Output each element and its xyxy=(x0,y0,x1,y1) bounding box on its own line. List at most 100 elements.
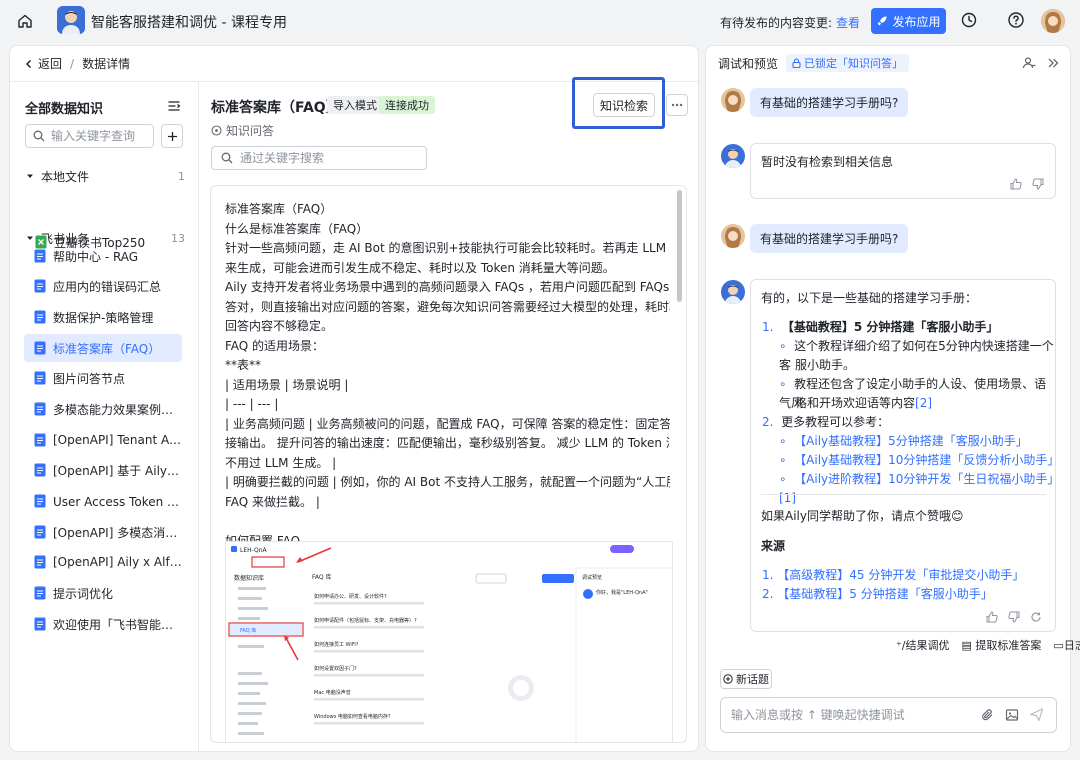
add-knowledge-button[interactable] xyxy=(161,124,183,148)
doc-line: 针对一些高频问题，走 AI Bot 的意图识别+技能执行可能会比较耗时。若再走 … xyxy=(225,241,670,255)
content-search-input[interactable] xyxy=(240,151,410,165)
knowledge-search-button[interactable]: 知识检索 xyxy=(593,93,655,117)
feedback-buttons xyxy=(986,611,1042,623)
publish-app-button[interactable]: 发布应用 xyxy=(871,8,946,34)
tune-results-action[interactable]: ⁺∕结果调优 xyxy=(896,637,950,653)
bot-answer-card: 有的，以下是一些基础的搭建学习手册： 1. 【基础教程】5 分钟搭建「客服小助手… xyxy=(750,279,1059,632)
sidebar-item-doc[interactable]: 帮助中心 - RAG xyxy=(24,242,182,270)
like-prompt: 如果Aily同学帮助了你，请点个赞哦😊 xyxy=(761,509,964,523)
tutorial-link-1[interactable]: ∘ 【Aily基础教程】5分钟搭建「客服小助手」 xyxy=(779,432,1028,451)
answer-item-1: 1. 【基础教程】5 分钟搭建「客服小助手」 xyxy=(762,318,998,337)
embedded-faq-answer-line xyxy=(314,722,424,725)
help-icon[interactable] xyxy=(1007,11,1025,29)
subtitle-label: 知识问答 xyxy=(226,124,275,138)
app-title: 智能客服搭建和调优 - 课程专用 xyxy=(91,15,287,31)
reference-link[interactable]: [2] xyxy=(915,396,932,410)
document-content: 标准答案库（FAQ） 什么是标准答案库（FAQ） 针对一些高频问题，走 AI Bot… xyxy=(210,185,687,743)
sidebar-item-doc[interactable]: 应用内的错误码汇总 xyxy=(24,272,182,300)
scrollbar[interactable] xyxy=(677,190,682,302)
sidebar-item-doc[interactable]: [OpenAPI] 基于 Aily 对... xyxy=(24,456,182,484)
users-icon[interactable] xyxy=(1022,56,1036,70)
back-button[interactable]: 返回 xyxy=(24,55,62,72)
more-icon xyxy=(671,103,683,107)
group-label: 本地文件 xyxy=(41,169,90,184)
refresh-icon[interactable] xyxy=(1030,611,1042,623)
sidebar-item-label: User Access Token 简... xyxy=(53,494,182,509)
image-icon[interactable] xyxy=(1005,708,1019,722)
embedded-faq-tab: FAQ 库 xyxy=(240,627,256,634)
pending-changes: 有待发布的内容变更: 查看 xyxy=(720,14,860,31)
doc-title: 标准答案库（FAQ） xyxy=(211,100,340,116)
sidebar-search-input[interactable] xyxy=(51,129,146,143)
history-icon[interactable] xyxy=(960,11,978,29)
doc-line: 标准答案库（FAQ） xyxy=(225,202,333,216)
doc-line: FAQ 来做拦截。 | xyxy=(225,494,320,509)
sidebar-item-doc[interactable]: [OpenAPI] Aily x Alfred ... xyxy=(24,548,182,576)
breadcrumb-current: 数据详情 xyxy=(82,57,131,71)
message-input[interactable] xyxy=(731,708,971,722)
item-title: 【基础教程】5 分钟搭建「客服小助手」 xyxy=(781,320,999,334)
doc-file-icon xyxy=(34,310,46,324)
double-chevron-right-icon[interactable] xyxy=(1046,56,1060,70)
thumbs-down-icon[interactable] xyxy=(1032,178,1044,190)
sidebar-item-doc[interactable]: 欢迎使用「飞书智能伙... xyxy=(24,610,182,638)
send-icon[interactable] xyxy=(1029,707,1044,722)
feedback-buttons xyxy=(1010,178,1044,190)
sidebar-item-label: 图片问答节点 xyxy=(53,371,126,386)
embedded-preview-greeting: 你好，我是"LEH-QnA" xyxy=(596,589,648,596)
sidebar-item-doc[interactable]: 多模态能力效果案例：O... xyxy=(24,395,182,423)
rocket-icon xyxy=(877,16,887,26)
sidebar-item-doc[interactable]: [OpenAPI] 多模态消息 ... xyxy=(24,518,182,546)
source-link-2[interactable]: 2. 【基础教程】5 分钟搭建「客服小助手」 xyxy=(762,585,993,604)
doc-file-icon xyxy=(34,494,46,508)
thumbs-down-icon[interactable] xyxy=(1008,611,1020,623)
tutorial-link-3[interactable]: ∘ 【Aily进阶教程】10分钟开发「生日祝福小助手」[1] xyxy=(779,470,1055,508)
embedded-faq-answer-line xyxy=(314,698,424,701)
thumbs-up-icon[interactable] xyxy=(1010,178,1022,190)
doc-file-icon xyxy=(34,279,46,293)
thumbs-up-icon[interactable] xyxy=(986,611,998,623)
wand-icon: ⁺∕ xyxy=(896,639,906,652)
tutorial-link-2[interactable]: ∘ 【Aily基础教程】10分钟搭建「反馈分析小助手」 xyxy=(779,451,1059,470)
extract-faq-action[interactable]: ▤ 提取标准答案 xyxy=(962,637,1042,653)
group-count: 1 xyxy=(178,169,185,183)
doc-icon: ▤ xyxy=(961,639,972,652)
view-changes-link[interactable]: 查看 xyxy=(836,16,860,30)
sidebar-item-doc[interactable]: 数据保护-策略管理 xyxy=(24,303,182,331)
bot-message: 暂时没有检索到相关信息 xyxy=(761,155,894,169)
sidebar-item-doc[interactable]: 图片问答节点 xyxy=(24,364,182,392)
answer-intro: 有的，以下是一些基础的搭建学习手册： xyxy=(761,291,978,305)
new-topic-button[interactable]: 新话题 xyxy=(720,669,772,689)
doc-line: Aily 支持开发者将业务场景中遇到的高频问题录入 FAQs ，若用户问题匹配到… xyxy=(225,280,670,294)
doc-line: | 业务高频问题 | 业务高频被问的问题，配置成 FAQ，可保障 答案的稳定性：… xyxy=(225,416,670,431)
doc-line: | --- | --- | xyxy=(225,397,279,411)
doc-file-icon xyxy=(34,402,46,416)
user-avatar[interactable] xyxy=(1041,9,1065,33)
doc-file-icon xyxy=(34,525,46,539)
collapse-sidebar-icon[interactable] xyxy=(167,99,181,113)
app-avatar xyxy=(57,6,85,34)
sidebar-item-doc[interactable]: 标准答案库（FAQ） xyxy=(24,334,182,362)
sidebar-item-doc[interactable]: 提示词优化 xyxy=(24,579,182,607)
source-link-1[interactable]: 1. 【高级教程】45 分钟开发「审批提交小助手」 xyxy=(762,566,1024,585)
sidebar-item-label: [OpenAPI] Tenant Acce... xyxy=(53,433,182,447)
doc-file-icon xyxy=(34,555,46,569)
embedded-faq-answer-line xyxy=(314,650,424,653)
attachment-icon[interactable] xyxy=(981,708,995,722)
home-icon[interactable] xyxy=(14,10,36,32)
user-message: 有基础的搭建学习手册吗? xyxy=(750,88,909,117)
sidebar-item-doc[interactable]: User Access Token 简... xyxy=(24,487,182,515)
more-options-button[interactable] xyxy=(666,94,688,116)
doc-file-icon xyxy=(34,341,46,355)
doc-file-icon xyxy=(34,617,46,631)
sidebar-item-label: [OpenAPI] 基于 Aily 对... xyxy=(53,463,182,478)
embedded-faq-item: 如何申请配件（包括鼠标、支架、充电器等）? xyxy=(314,617,417,624)
sidebar-item-doc[interactable]: [OpenAPI] Tenant Acce... xyxy=(24,426,182,454)
log-action[interactable]: ▭日志 xyxy=(1053,637,1080,653)
doc-line: 回答内容不够稳定。 xyxy=(225,319,334,333)
sidebar-search xyxy=(25,124,154,148)
embedded-preview-title: 调试预览 xyxy=(582,574,602,581)
sidebar-item-label: 数据保护-策略管理 xyxy=(53,310,154,325)
group-local-files[interactable]: 本地文件 1 xyxy=(25,165,185,187)
embedded-faq-item: 如何申请办公、研发、设计软件? xyxy=(314,593,387,600)
